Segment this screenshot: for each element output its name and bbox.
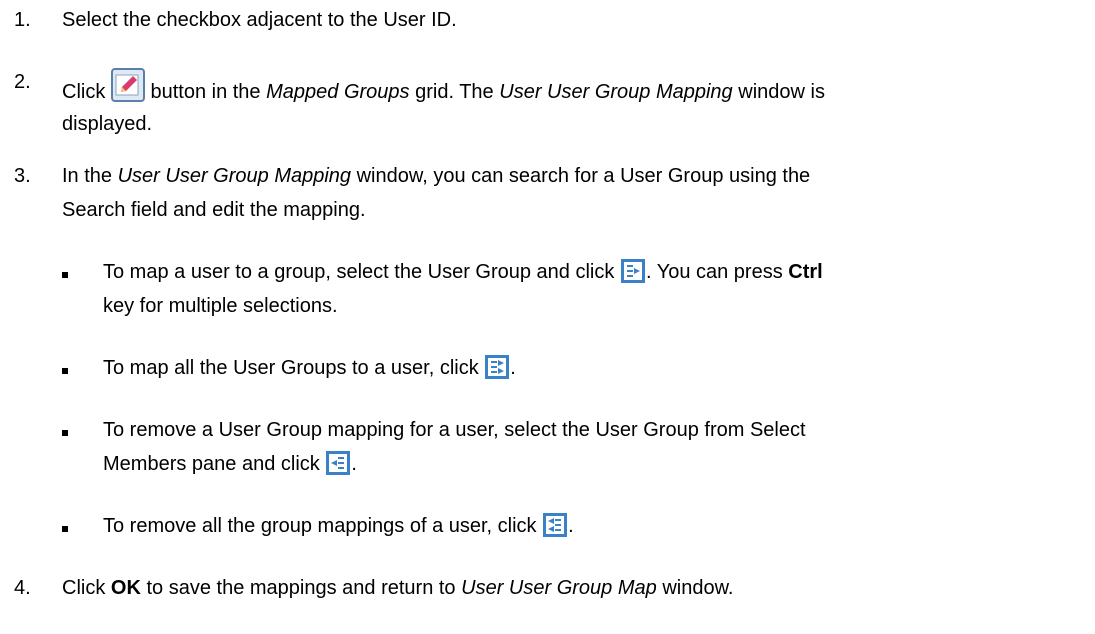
step-text: Click OK to save the mappings and return… [62, 574, 1072, 602]
bullet-marker [62, 416, 68, 444]
bullet-text-part: . [351, 453, 357, 475]
ok-button-ref: OK [110, 577, 141, 599]
step-text-part: window. [662, 577, 734, 599]
step-text-part: grid. The [415, 81, 494, 103]
bullet-text-part: To map all the User Groups to a user, cl… [103, 357, 479, 379]
window-ref: User User Group Mapping [499, 81, 733, 103]
step-number: 4. [14, 577, 31, 599]
step-text-part: In the [62, 165, 113, 187]
step-number: 1. [14, 9, 31, 31]
step-text: Select the checkbox adjacent to the User… [62, 9, 457, 31]
step-text-part: Click [62, 81, 106, 103]
bullet-marker [62, 354, 68, 382]
bullet-text-part: To remove all the group mappings of a us… [103, 515, 537, 537]
step-text: displayed. [62, 113, 153, 135]
edit-icon [110, 68, 145, 102]
window-ref: User User Group Map [461, 577, 657, 599]
ctrl-key-ref: Ctrl [788, 261, 823, 283]
map-selected-icon [620, 259, 645, 283]
bullet-text-part: . You can press [645, 261, 783, 283]
window-ref: User User Group Mapping [117, 165, 352, 187]
bullet-text: key for multiple selections. [103, 295, 338, 317]
bullet-marker [62, 512, 68, 540]
step-text: Click button in the Mapped Groups grid. … [62, 68, 1072, 106]
bullet-text: To map all the User Groups to a user, cl… [103, 354, 1073, 382]
bullet-text-part: . [510, 357, 516, 379]
remove-selected-icon [326, 451, 351, 475]
step-text-part: window, you can search for a User Group … [356, 165, 811, 187]
step-text-part: button in the [150, 81, 261, 103]
step-text-part: Click [62, 577, 106, 599]
step-number: 3. [14, 165, 31, 187]
step-number: 2. [14, 71, 31, 93]
step-text: Search field and edit the mapping. [62, 199, 366, 221]
bullet-text: To remove all the group mappings of a us… [103, 512, 1073, 540]
bullet-marker [62, 258, 68, 286]
step-text-part: to save the mappings and return to [146, 577, 456, 599]
step-text: In the User User Group Mapping window, y… [62, 162, 1072, 190]
bullet-text-part: . [568, 515, 574, 537]
bullet-text: To remove a User Group mapping for a use… [103, 419, 806, 441]
map-all-icon [485, 355, 510, 379]
bullet-text-part: To map a user to a group, select the Use… [103, 261, 615, 283]
document-page: { "steps": [ {"number": "1.", "text": "S… [0, 0, 1095, 634]
bullet-text-part: Members pane and click [103, 453, 320, 475]
bullet-text: Members pane and click . [103, 450, 1073, 478]
step-text-part: window is [738, 81, 825, 103]
remove-all-icon [543, 513, 568, 537]
bullet-text: To map a user to a group, select the Use… [103, 258, 1073, 286]
mapped-groups-ref: Mapped Groups [266, 81, 410, 103]
